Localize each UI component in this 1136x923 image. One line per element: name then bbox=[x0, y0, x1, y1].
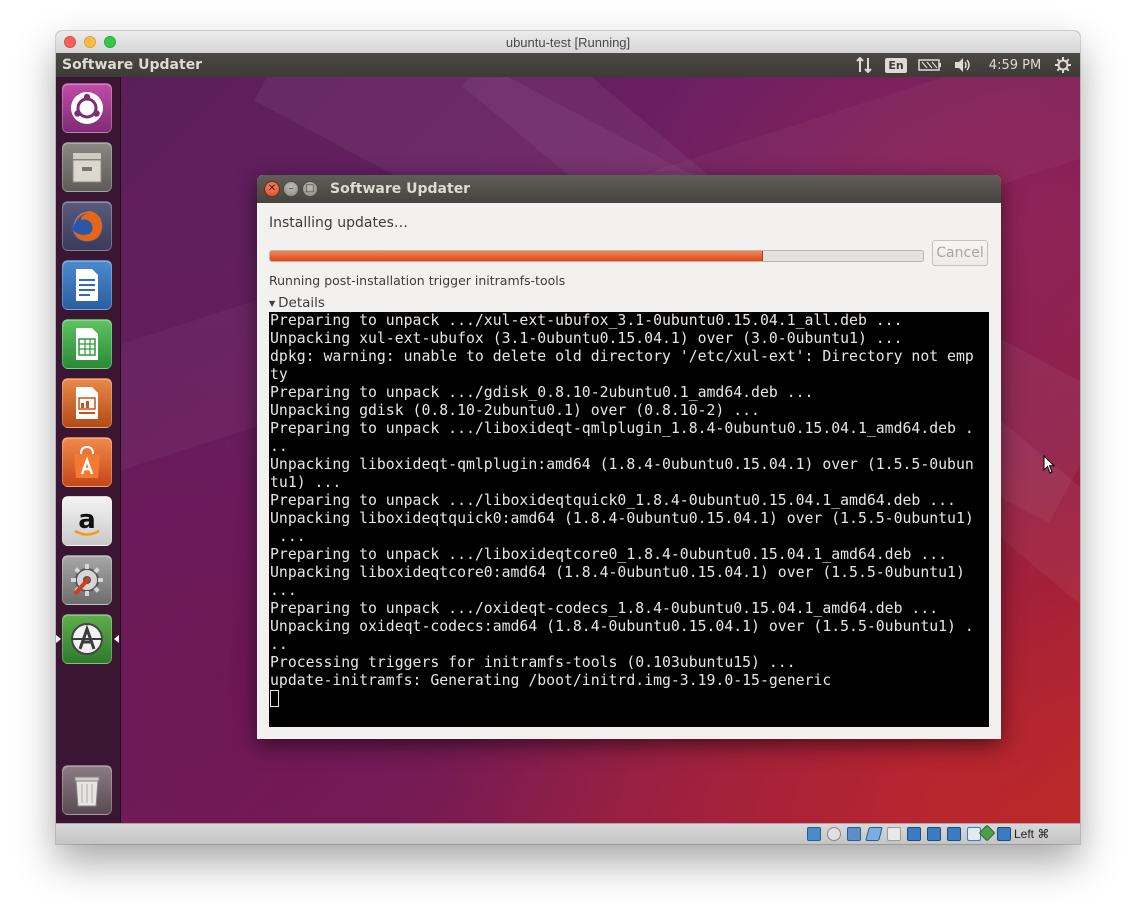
terminal-line: Unpacking xul-ext-ubufox (3.1-0ubuntu0.1… bbox=[270, 330, 903, 347]
terminal-cursor bbox=[270, 690, 279, 707]
session-gear-icon[interactable] bbox=[1052, 53, 1074, 77]
battery-icon[interactable] bbox=[917, 53, 943, 77]
network-icon[interactable] bbox=[927, 827, 941, 841]
terminal-line: Preparing to unpack .../gdisk_0.8.10-2ub… bbox=[270, 384, 814, 401]
details-label: Details bbox=[278, 295, 325, 311]
cancel-button[interactable]: Cancel bbox=[932, 240, 988, 266]
dialog-title: Software Updater bbox=[330, 181, 471, 197]
dialog-maximize-button[interactable]: □ bbox=[302, 181, 318, 197]
software-updater-dialog: ✕ – □ Software Updater Installing update… bbox=[257, 175, 1001, 739]
terminal-line: Preparing to unpack .../liboxideqt-qmlpl… bbox=[270, 420, 974, 437]
firefox-icon[interactable] bbox=[62, 201, 112, 251]
terminal-line: ty bbox=[270, 366, 288, 383]
expander-arrow-icon: ▼ bbox=[269, 298, 276, 308]
dialog-titlebar[interactable]: ✕ – □ Software Updater bbox=[257, 175, 1001, 203]
dialog-minimize-button[interactable]: – bbox=[283, 181, 299, 197]
libreoffice-impress-icon[interactable] bbox=[62, 378, 112, 428]
terminal-prompt-line bbox=[269, 690, 989, 708]
software-center-icon[interactable] bbox=[62, 437, 112, 487]
libreoffice-writer-icon[interactable] bbox=[62, 260, 112, 310]
terminal-line: dpkg: warning: unable to delete old dire… bbox=[270, 348, 974, 365]
keyboard-layout-indicator[interactable]: En bbox=[884, 53, 908, 77]
audio-icon[interactable] bbox=[865, 827, 883, 841]
optical-drive-icon[interactable] bbox=[827, 827, 841, 841]
display-icon[interactable] bbox=[907, 827, 921, 841]
files-icon[interactable] bbox=[62, 142, 112, 192]
terminal-line: tu1) ... bbox=[270, 474, 342, 491]
terminal-line: Unpacking liboxideqt-qmlplugin:amd64 (1.… bbox=[270, 456, 974, 473]
terminal-line: ... bbox=[270, 528, 306, 545]
progress-fill bbox=[270, 251, 763, 261]
close-icon: ✕ bbox=[267, 183, 277, 194]
install-status: Installing updates… bbox=[269, 215, 408, 231]
active-app-pip-left bbox=[56, 635, 61, 643]
svg-text:a: a bbox=[78, 505, 96, 535]
libreoffice-calc-icon[interactable] bbox=[62, 319, 112, 369]
capture-icon[interactable] bbox=[947, 827, 961, 841]
terminal-line: Preparing to unpack .../liboxideqtcore0_… bbox=[270, 546, 948, 563]
volume-icon[interactable] bbox=[952, 53, 974, 77]
shared-folders-icon[interactable] bbox=[887, 827, 901, 841]
minimize-icon: – bbox=[288, 183, 294, 194]
terminal-line: Unpacking oxideqt-codecs:amd64 (1.8.4-0u… bbox=[270, 618, 974, 635]
terminal-line: Preparing to unpack .../oxideqt-codecs_1… bbox=[270, 600, 939, 617]
details-expander[interactable]: ▼ Details bbox=[269, 295, 325, 311]
maximize-icon: □ bbox=[305, 183, 315, 194]
virtualbox-status-bar: Left ⌘ bbox=[56, 823, 1080, 844]
terminal-line: ... bbox=[270, 582, 297, 599]
top-panel: Software Updater En 4:59 PM bbox=[56, 53, 1080, 77]
hard-disk-icon[interactable] bbox=[807, 827, 821, 841]
terminal-line: .. bbox=[270, 636, 288, 653]
amazon-icon[interactable]: a bbox=[62, 496, 112, 546]
mouse-integration-icon[interactable] bbox=[978, 824, 996, 842]
terminal-line: Processing triggers for initramfs-tools … bbox=[270, 654, 796, 671]
usb-icon[interactable] bbox=[847, 827, 861, 841]
ubuntu-dash-icon[interactable] bbox=[62, 83, 112, 133]
host-key-label: Left ⌘ bbox=[1014, 827, 1050, 841]
install-substatus: Running post-installation trigger initra… bbox=[269, 273, 566, 288]
terminal-line: Unpacking liboxideqtquick0:amd64 (1.8.4-… bbox=[270, 510, 974, 527]
network-transfer-icon[interactable] bbox=[853, 53, 875, 77]
keyboard-layout-label: En bbox=[885, 57, 907, 73]
active-app-pip-right bbox=[114, 635, 119, 643]
unity-launcher: a bbox=[56, 77, 121, 823]
terminal-line: Preparing to unpack .../xul-ext-ubufox_3… bbox=[270, 312, 903, 329]
trash-icon[interactable] bbox=[62, 765, 112, 815]
mac-titlebar[interactable]: ubuntu-test [Running] bbox=[56, 31, 1080, 54]
terminal-line: Unpacking gdisk (0.8.10-2ubuntu0.1) over… bbox=[270, 402, 760, 419]
terminal-output[interactable]: Preparing to unpack .../xul-ext-ubufox_3… bbox=[269, 312, 989, 727]
terminal-line: update-initramfs: Generating /boot/initr… bbox=[270, 672, 832, 689]
clock[interactable]: 4:59 PM bbox=[986, 53, 1044, 77]
terminal-line: Unpacking liboxideqtcore0:amd64 (1.8.4-0… bbox=[270, 564, 965, 581]
dialog-close-button[interactable]: ✕ bbox=[264, 181, 280, 197]
software-updater-icon[interactable] bbox=[62, 614, 112, 664]
panel-app-title: Software Updater bbox=[62, 57, 203, 73]
terminal-line: .. bbox=[270, 438, 288, 455]
terminal-line: Preparing to unpack .../liboxideqtquick0… bbox=[270, 492, 956, 509]
window-title: ubuntu-test [Running] bbox=[505, 35, 631, 50]
system-settings-icon[interactable] bbox=[62, 555, 112, 605]
install-progress-bar bbox=[269, 250, 924, 262]
host-key-icon[interactable] bbox=[997, 827, 1011, 841]
